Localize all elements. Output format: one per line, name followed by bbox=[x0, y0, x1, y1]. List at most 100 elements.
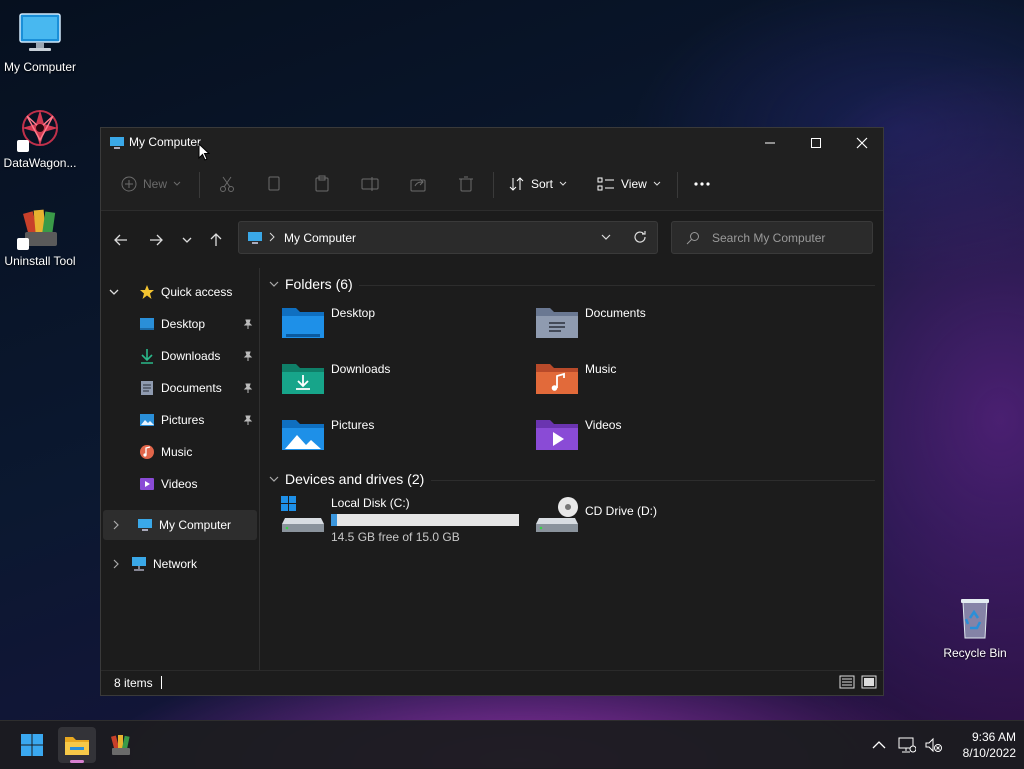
sidebar-item-desktop[interactable]: Desktop bbox=[139, 312, 257, 336]
star-icon bbox=[139, 284, 155, 300]
volume-tray-button[interactable] bbox=[919, 727, 947, 763]
group-divider bbox=[359, 285, 875, 286]
folder-item-videos[interactable]: Videos bbox=[535, 416, 765, 460]
clock-date: 8/10/2022 bbox=[962, 746, 1016, 760]
paste-button[interactable] bbox=[313, 170, 331, 198]
desktop-icon-label: DataWagon... bbox=[3, 156, 77, 170]
large-icons-view-button[interactable] bbox=[861, 675, 877, 689]
sidebar-item-network[interactable]: Network bbox=[111, 552, 197, 576]
cut-button[interactable] bbox=[218, 170, 236, 198]
details-view-button[interactable] bbox=[839, 675, 855, 689]
maximize-icon bbox=[811, 138, 821, 148]
clock[interactable]: 9:36 AM 8/10/2022 bbox=[950, 729, 1016, 761]
sidebar-item-music[interactable]: Music bbox=[139, 440, 192, 464]
up-button[interactable] bbox=[204, 228, 228, 252]
share-button[interactable] bbox=[409, 170, 427, 198]
sidebar-item-label: Quick access bbox=[161, 285, 233, 299]
drive-free-space: 14.5 GB free of 15.0 GB bbox=[331, 530, 460, 544]
sidebar-item-my-computer[interactable]: My Computer bbox=[103, 510, 257, 540]
sidebar-item-label: Pictures bbox=[161, 413, 205, 427]
desktop-icon-datawagon[interactable]: DataWagon... bbox=[0, 106, 80, 170]
desktop-icon-label: My Computer bbox=[3, 60, 77, 74]
forward-button[interactable] bbox=[144, 228, 168, 252]
sidebar-item-quick-access[interactable]: Quick access bbox=[109, 280, 232, 304]
address-dropdown-button[interactable] bbox=[601, 232, 611, 242]
arrow-right-icon bbox=[150, 234, 163, 246]
taskbar: 9:36 AM 8/10/2022 bbox=[0, 720, 1024, 769]
item-count: 8 items bbox=[114, 676, 153, 690]
arrow-left-icon bbox=[114, 234, 127, 246]
folder-item-desktop[interactable]: Desktop bbox=[281, 304, 511, 348]
network-icon bbox=[131, 556, 147, 572]
sidebar-item-label: Downloads bbox=[161, 349, 221, 363]
folder-item-music[interactable]: Music bbox=[535, 360, 765, 404]
show-hidden-icons-button[interactable] bbox=[862, 727, 896, 763]
close-button[interactable] bbox=[839, 128, 885, 158]
navigation-bar: My Computer bbox=[101, 211, 883, 267]
rename-button[interactable] bbox=[361, 170, 379, 198]
search-box[interactable] bbox=[671, 221, 873, 254]
desktop-icon-uninstall-tool[interactable]: Uninstall Tool bbox=[0, 204, 80, 268]
folder-item-pictures[interactable]: Pictures bbox=[281, 416, 511, 460]
toolbar-separator bbox=[677, 172, 678, 198]
folder-name: Pictures bbox=[331, 418, 375, 432]
taskbar-file-explorer[interactable] bbox=[58, 727, 96, 763]
folders-group-header[interactable]: Folders (6) bbox=[269, 276, 353, 292]
folder-name: Desktop bbox=[331, 306, 376, 320]
minimize-button[interactable] bbox=[747, 128, 793, 158]
recent-locations-button[interactable] bbox=[175, 228, 199, 252]
address-bar[interactable]: My Computer bbox=[238, 221, 658, 254]
desktop-icon-my-computer[interactable]: My Computer bbox=[0, 10, 80, 74]
devices-group-header[interactable]: Devices and drives (2) bbox=[269, 471, 424, 487]
folder-item-documents[interactable]: Documents bbox=[535, 304, 765, 348]
copy-icon bbox=[268, 176, 280, 191]
downloads-folder-icon bbox=[282, 364, 324, 394]
chevron-down-icon bbox=[269, 476, 279, 482]
maximize-button[interactable] bbox=[793, 128, 839, 158]
local-disk-icon bbox=[281, 496, 324, 532]
taskbar-uninstall-tool[interactable] bbox=[102, 727, 140, 763]
large-icons-view-icon bbox=[861, 675, 877, 689]
sort-button[interactable]: Sort bbox=[509, 170, 567, 198]
windows-logo-icon bbox=[21, 734, 43, 756]
cd-drive-icon bbox=[536, 497, 578, 532]
search-input[interactable] bbox=[710, 230, 864, 246]
network-tray-button[interactable] bbox=[893, 727, 921, 763]
start-button[interactable] bbox=[13, 727, 51, 763]
scissors-icon bbox=[220, 176, 234, 192]
sidebar-item-label: Network bbox=[153, 557, 198, 571]
desktop-folder-icon bbox=[282, 308, 324, 338]
videos-folder-icon bbox=[536, 420, 578, 450]
sort-icon bbox=[509, 177, 524, 191]
refresh-icon bbox=[634, 231, 646, 243]
sidebar-item-downloads[interactable]: Downloads bbox=[139, 344, 257, 368]
breadcrumb[interactable]: My Computer bbox=[284, 231, 356, 245]
more-options-button[interactable] bbox=[693, 170, 711, 198]
desktop-icon-recycle-bin[interactable]: Recycle Bin bbox=[935, 596, 1015, 660]
copy-button[interactable] bbox=[265, 170, 283, 198]
status-separator bbox=[161, 676, 162, 689]
toolbar-separator bbox=[493, 172, 494, 198]
picture-icon bbox=[139, 412, 155, 428]
active-app-indicator bbox=[70, 760, 84, 763]
sidebar-item-documents[interactable]: Documents bbox=[139, 376, 257, 400]
back-button[interactable] bbox=[109, 228, 133, 252]
chevron-down-icon bbox=[653, 181, 661, 186]
drive-item-c[interactable]: Local Disk (C:) 14.5 GB free of 15.0 GB bbox=[281, 496, 521, 544]
folder-item-downloads[interactable]: Downloads bbox=[281, 360, 511, 404]
pictures-folder-icon bbox=[282, 420, 324, 450]
sidebar-item-videos[interactable]: Videos bbox=[139, 472, 197, 496]
refresh-button[interactable] bbox=[633, 230, 647, 244]
drive-item-d[interactable]: CD Drive (D:) bbox=[535, 496, 765, 544]
new-button[interactable]: New bbox=[121, 170, 181, 198]
uninstall-tool-icon bbox=[17, 204, 63, 250]
view-button[interactable]: View bbox=[597, 170, 661, 198]
delete-button[interactable] bbox=[457, 170, 475, 198]
uninstall-tool-icon bbox=[110, 735, 130, 755]
chevron-down-icon bbox=[109, 287, 123, 297]
title-bar[interactable]: My Computer bbox=[101, 128, 883, 158]
group-title: Folders (6) bbox=[285, 276, 353, 292]
monitor-icon bbox=[247, 230, 263, 246]
sidebar-item-pictures[interactable]: Pictures bbox=[139, 408, 257, 432]
chevron-up-icon bbox=[872, 741, 886, 749]
